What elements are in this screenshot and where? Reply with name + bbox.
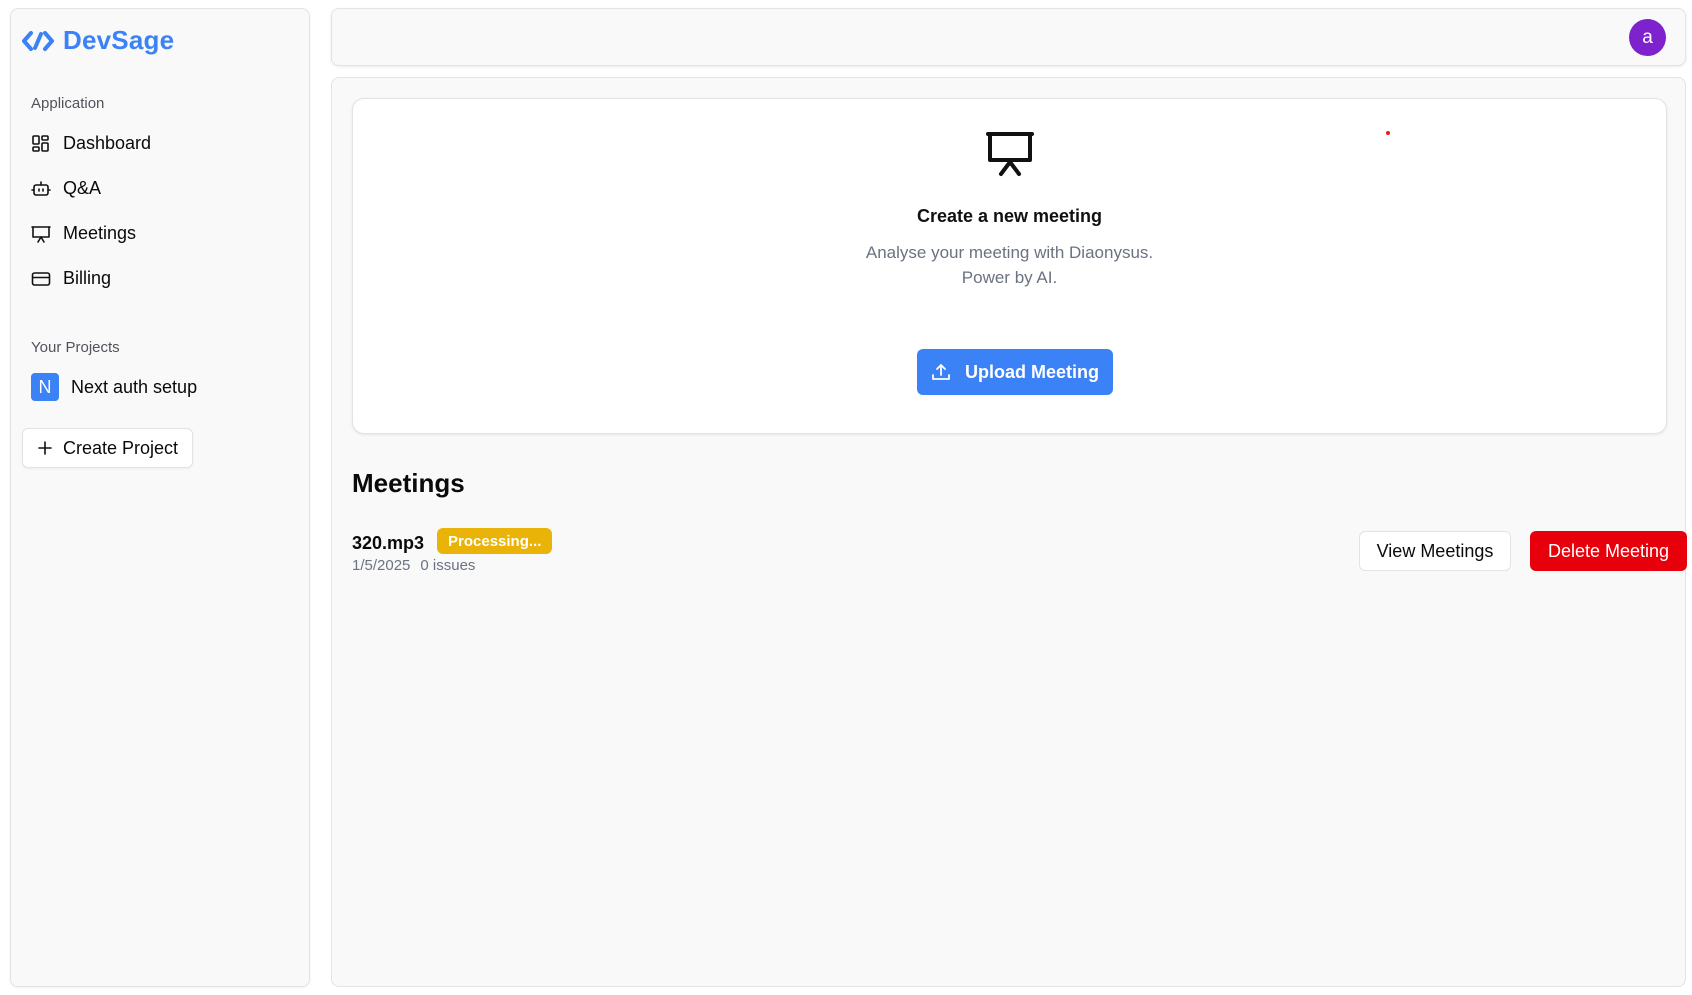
- sidebar-item-meetings[interactable]: Meetings: [31, 211, 301, 256]
- project-item[interactable]: N Next auth setup: [31, 373, 197, 401]
- brand-logo[interactable]: DevSage: [21, 25, 174, 56]
- sidebar: DevSage Application Dashboard Q&A Meetin…: [10, 8, 310, 987]
- sidebar-item-qa[interactable]: Q&A: [31, 166, 301, 211]
- project-initial-badge: N: [31, 373, 59, 401]
- create-project-button[interactable]: Create Project: [22, 428, 193, 468]
- code-brackets-logo-icon: [22, 30, 54, 51]
- delete-meeting-button[interactable]: Delete Meeting: [1530, 531, 1687, 571]
- red-dot-marker: [1386, 131, 1390, 135]
- create-meeting-title: Create a new meeting: [916, 206, 1103, 226]
- main-content: Create a new meeting Analyse your meetin…: [331, 77, 1687, 987]
- presentation-icon: [31, 225, 51, 243]
- brand-name: DevSage: [63, 25, 175, 55]
- meeting-meta: 1/5/2025 0 issues: [352, 557, 475, 574]
- sidebar-item-label: Dashboard: [63, 133, 152, 153]
- meeting-file-name[interactable]: 320.mp3: [352, 533, 424, 554]
- bot-icon: [31, 180, 51, 196]
- projects-group-label: Your Projects: [31, 339, 120, 356]
- view-meetings-button[interactable]: View Meetings: [1359, 531, 1511, 571]
- create-project-label: Create Project: [63, 437, 179, 458]
- dashboard-icon: [32, 134, 49, 152]
- upload-meeting-label: Upload Meeting: [965, 361, 1099, 382]
- sidebar-item-label: Billing: [63, 268, 112, 288]
- credit-card-icon: [31, 271, 51, 286]
- plus-icon: [38, 441, 52, 455]
- meeting-date: 1/5/2025: [352, 557, 411, 574]
- application-group-label: Application: [31, 95, 105, 112]
- list-item: 320.mp3 Processing... 1/5/2025 0 issues V…: [352, 525, 1687, 575]
- presentation-icon: [986, 132, 1034, 176]
- meetings-heading: Meetings: [352, 468, 465, 498]
- project-name: Next auth setup: [71, 376, 198, 397]
- upload-meeting-button[interactable]: Upload Meeting: [917, 349, 1113, 395]
- top-bar: a: [331, 8, 1686, 66]
- meeting-issues-count: 0 issues: [420, 557, 476, 574]
- sidebar-item-label: Q&A: [63, 178, 102, 198]
- avatar[interactable]: a: [1629, 19, 1666, 56]
- sidebar-nav: Dashboard Q&A Meetings Billing: [31, 121, 301, 301]
- create-meeting-card: Create a new meeting Analyse your meetin…: [352, 98, 1667, 434]
- status-badge: Processing...: [437, 528, 553, 554]
- upload-icon: [932, 364, 950, 380]
- sidebar-item-dashboard[interactable]: Dashboard: [31, 121, 301, 166]
- sidebar-item-billing[interactable]: Billing: [31, 256, 301, 301]
- sidebar-item-label: Meetings: [63, 223, 137, 243]
- create-meeting-subtitle-line1: Analyse your meeting with Diaonysus.: [865, 243, 1154, 262]
- create-meeting-subtitle-line2: Power by AI.: [961, 268, 1058, 287]
